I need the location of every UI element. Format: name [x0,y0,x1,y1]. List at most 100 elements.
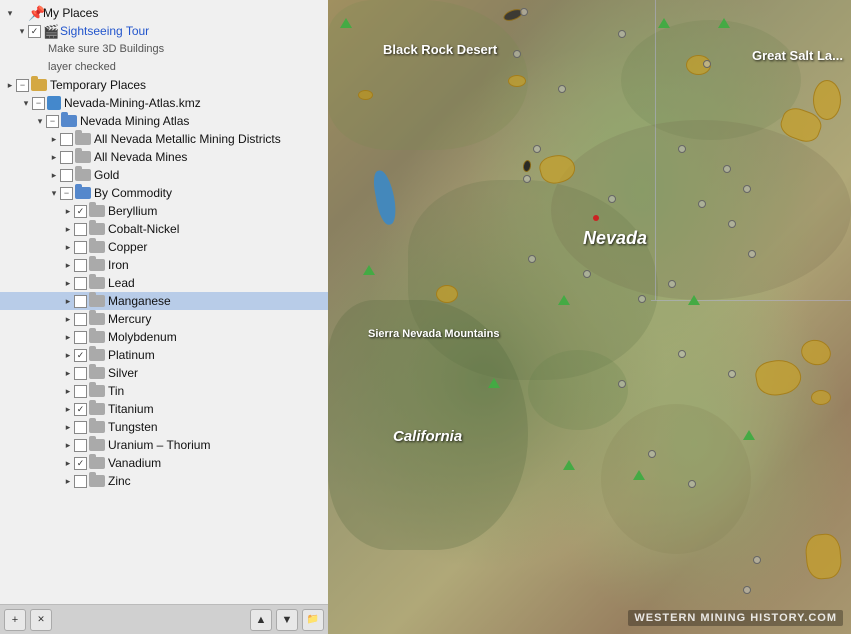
cobalt-label: Cobalt-Nickel [108,222,179,236]
arrow-uranium[interactable] [62,440,74,451]
marker-circle-23 [688,480,696,488]
checkbox-tin[interactable] [74,385,87,398]
checkbox-temporary[interactable] [16,79,29,92]
arrow-gold[interactable] [48,170,60,181]
tree-item-molybdenum[interactable]: Molybdenum [0,328,328,346]
arrow-titanium[interactable] [62,404,74,415]
folder-lead [89,277,105,289]
arrow-mercury[interactable] [62,314,74,325]
checkbox-lead[interactable] [74,277,87,290]
checkbox-tungsten[interactable] [74,421,87,434]
tree-item-mines[interactable]: All Nevada Mines [0,148,328,166]
tree-item-manganese[interactable]: Manganese [0,292,328,310]
folder-iron [89,259,105,271]
tree-item-platinum[interactable]: Platinum [0,346,328,364]
checkbox-platinum[interactable] [74,349,87,362]
tree-item-gold[interactable]: Gold [0,166,328,184]
marker-circle-21 [728,370,736,378]
arrow-tin[interactable] [62,386,74,397]
folder-copper [89,241,105,253]
arrow-silver[interactable] [62,368,74,379]
state-border-v [655,0,656,300]
marker-circle-3 [703,60,711,68]
marker-circle-18 [748,250,756,258]
folder-mines [75,151,91,163]
tree-item-lead[interactable]: Lead [0,274,328,292]
arrow-atlas[interactable] [34,116,46,127]
marker-circle-9 [678,145,686,153]
arrow-cobalt[interactable] [62,224,74,235]
checkbox-copper[interactable] [74,241,87,254]
down-button[interactable]: ▼ [276,609,298,631]
arrow-mines[interactable] [48,152,60,163]
arrow-sightseeing[interactable] [16,26,28,37]
checkbox-kmz[interactable] [32,97,45,110]
tree-item-zinc[interactable]: Zinc [0,472,328,490]
arrow-metallic[interactable] [48,134,60,145]
checkbox-commodity[interactable] [60,187,73,200]
tree-item-tin[interactable]: Tin [0,382,328,400]
arrow-my-places[interactable] [4,8,16,19]
arrow-copper[interactable] [62,242,74,253]
tree-item-kmz[interactable]: Nevada-Mining-Atlas.kmz [0,94,328,112]
tree-item-uranium[interactable]: Uranium – Thorium [0,436,328,454]
checkbox-vanadium[interactable] [74,457,87,470]
checkbox-uranium[interactable] [74,439,87,452]
arrow-zinc[interactable] [62,476,74,487]
arrow-iron[interactable] [62,260,74,271]
kmz-icon [47,96,61,110]
checkbox-mercury[interactable] [74,313,87,326]
arrow-molybdenum[interactable] [62,332,74,343]
marker-triangle-6 [688,295,700,305]
tree-item-mercury[interactable]: Mercury [0,310,328,328]
checkbox-cobalt[interactable] [74,223,87,236]
checkbox-sightseeing[interactable] [28,25,41,38]
checkbox-manganese[interactable] [74,295,87,308]
sightseeing-label[interactable]: Sightseeing Tour [60,24,149,38]
arrow-lead[interactable] [62,278,74,289]
tree-item-sightseeing[interactable]: 🎬 Sightseeing Tour [0,22,328,40]
checkbox-titanium[interactable] [74,403,87,416]
arrow-commodity[interactable] [48,188,60,199]
arrow-manganese[interactable] [62,296,74,307]
tree-item-cobalt[interactable]: Cobalt-Nickel [0,220,328,238]
marker-triangle-5 [558,295,570,305]
molybdenum-label: Molybdenum [108,330,177,344]
checkbox-beryllium[interactable] [74,205,87,218]
checkbox-gold[interactable] [60,169,73,182]
folder-button[interactable]: 📁 [302,609,324,631]
tree-item-temporary-places[interactable]: Temporary Places [0,76,328,94]
checkbox-zinc[interactable] [74,475,87,488]
gold-label: Gold [94,168,119,182]
tree-item-by-commodity[interactable]: By Commodity [0,184,328,202]
arrow-kmz[interactable] [20,98,32,109]
folder-icon-temporary [31,79,47,91]
tree-item-tungsten[interactable]: Tungsten [0,418,328,436]
arrow-temporary[interactable] [4,80,16,91]
checkbox-metallic[interactable] [60,133,73,146]
tree-item-silver[interactable]: Silver [0,364,328,382]
tree-item-beryllium[interactable]: Beryllium [0,202,328,220]
checkbox-atlas[interactable] [46,115,59,128]
tree-item-nevada-atlas[interactable]: Nevada Mining Atlas [0,112,328,130]
arrow-tungsten[interactable] [62,422,74,433]
up-button[interactable]: ▲ [250,609,272,631]
arrow-platinum[interactable] [62,350,74,361]
arrow-beryllium[interactable] [62,206,74,217]
tree-item-vanadium[interactable]: Vanadium [0,454,328,472]
folder-atlas [61,115,77,127]
arrow-vanadium[interactable] [62,458,74,469]
map-area[interactable]: Black Rock Desert Great Salt La... Nevad… [328,0,851,634]
checkbox-molybdenum[interactable] [74,331,87,344]
tree-item-titanium[interactable]: Titanium [0,400,328,418]
tree-item-copper[interactable]: Copper [0,238,328,256]
add-button[interactable]: + [4,609,26,631]
mining-region-5 [753,356,803,398]
checkbox-iron[interactable] [74,259,87,272]
checkbox-mines[interactable] [60,151,73,164]
checkbox-silver[interactable] [74,367,87,380]
tree-item-my-places[interactable]: 📌 My Places [0,4,328,22]
tree-item-metallic[interactable]: All Nevada Metallic Mining Districts [0,130,328,148]
delete-button[interactable]: ✕ [30,609,52,631]
tree-item-iron[interactable]: Iron [0,256,328,274]
